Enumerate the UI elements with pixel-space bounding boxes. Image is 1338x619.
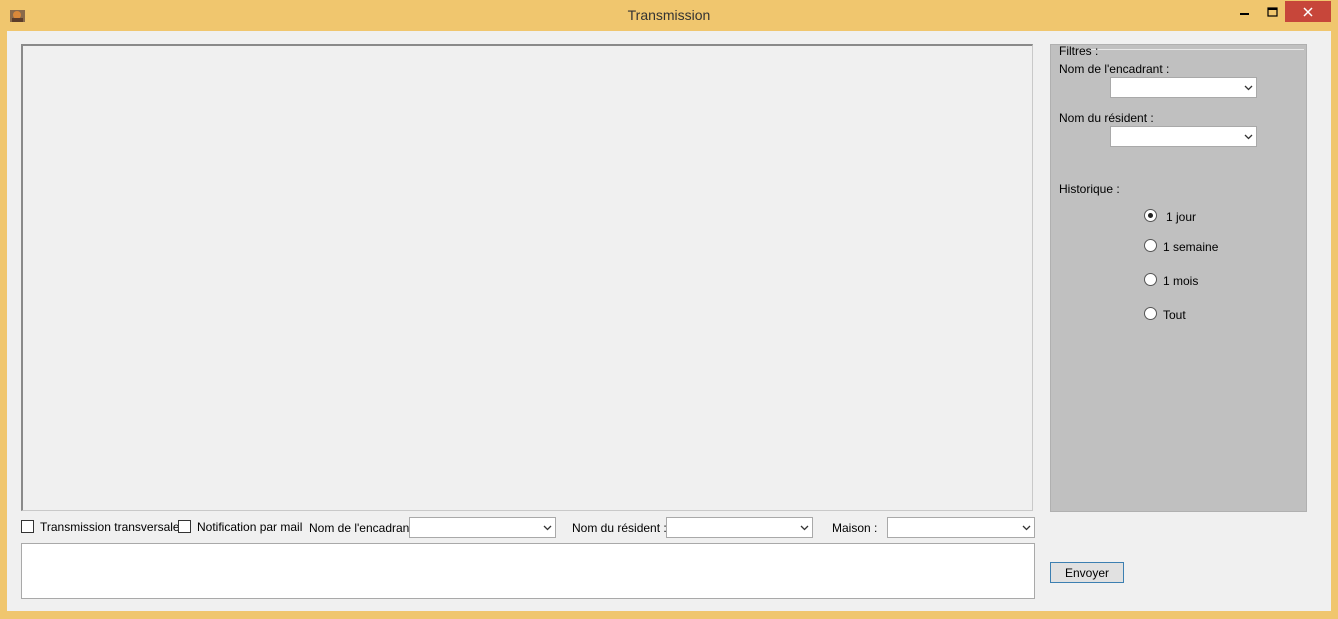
- radio-1-mois[interactable]: [1144, 273, 1157, 286]
- send-button[interactable]: Envoyer: [1050, 562, 1124, 583]
- resident-label: Nom du résident :: [572, 521, 667, 535]
- chevron-down-icon: [1244, 134, 1253, 139]
- transmission-list[interactable]: [21, 44, 1033, 511]
- resident-select[interactable]: [666, 517, 813, 538]
- filter-encadrant-label: Nom de l'encadrant :: [1059, 62, 1170, 76]
- chevron-down-icon: [1022, 525, 1031, 530]
- message-textarea[interactable]: [21, 543, 1035, 599]
- radio-1-semaine-label: 1 semaine: [1163, 240, 1219, 254]
- filter-resident-label: Nom du résident :: [1059, 111, 1154, 125]
- window-title: Transmission: [627, 7, 711, 23]
- notification-label: Notification par mail: [197, 520, 303, 534]
- close-icon: [1303, 6, 1313, 17]
- maison-label: Maison :: [832, 521, 878, 535]
- chevron-down-icon: [800, 525, 809, 530]
- radio-1-jour[interactable]: [1144, 209, 1157, 222]
- radio-1-semaine[interactable]: [1144, 239, 1157, 252]
- maximize-icon: [1266, 6, 1278, 17]
- radio-tout[interactable]: [1144, 307, 1157, 320]
- maison-select[interactable]: [887, 517, 1035, 538]
- filter-encadrant-select[interactable]: [1110, 77, 1257, 98]
- transversale-label: Transmission transversale: [40, 520, 180, 534]
- encadrant-label: Nom de l'encadrant :: [309, 521, 420, 535]
- radio-tout-label: Tout: [1163, 308, 1186, 322]
- title-bar[interactable]: Transmission: [0, 0, 1338, 30]
- radio-1-jour-label: 1 jour: [1166, 210, 1197, 224]
- radio-1-mois-label: 1 mois: [1163, 274, 1199, 288]
- maximize-button[interactable]: [1259, 1, 1285, 22]
- encadrant-select[interactable]: [409, 517, 556, 538]
- minimize-button[interactable]: [1232, 1, 1258, 22]
- chevron-down-icon: [543, 525, 552, 530]
- chevron-down-icon: [1244, 85, 1253, 90]
- filters-label: Filtres :: [1059, 44, 1099, 58]
- minimize-icon: [1240, 12, 1249, 15]
- window-client: Filtres : Nom de l'encadrant : Nom du ré…: [7, 31, 1331, 611]
- filter-resident-select[interactable]: [1110, 126, 1257, 147]
- group-border: [1091, 49, 1304, 50]
- transversale-checkbox[interactable]: [21, 520, 34, 533]
- notification-checkbox[interactable]: [178, 520, 191, 533]
- filters-panel: Filtres : Nom de l'encadrant : Nom du ré…: [1050, 44, 1307, 512]
- close-button[interactable]: [1285, 1, 1331, 22]
- historique-label: Historique :: [1059, 182, 1120, 196]
